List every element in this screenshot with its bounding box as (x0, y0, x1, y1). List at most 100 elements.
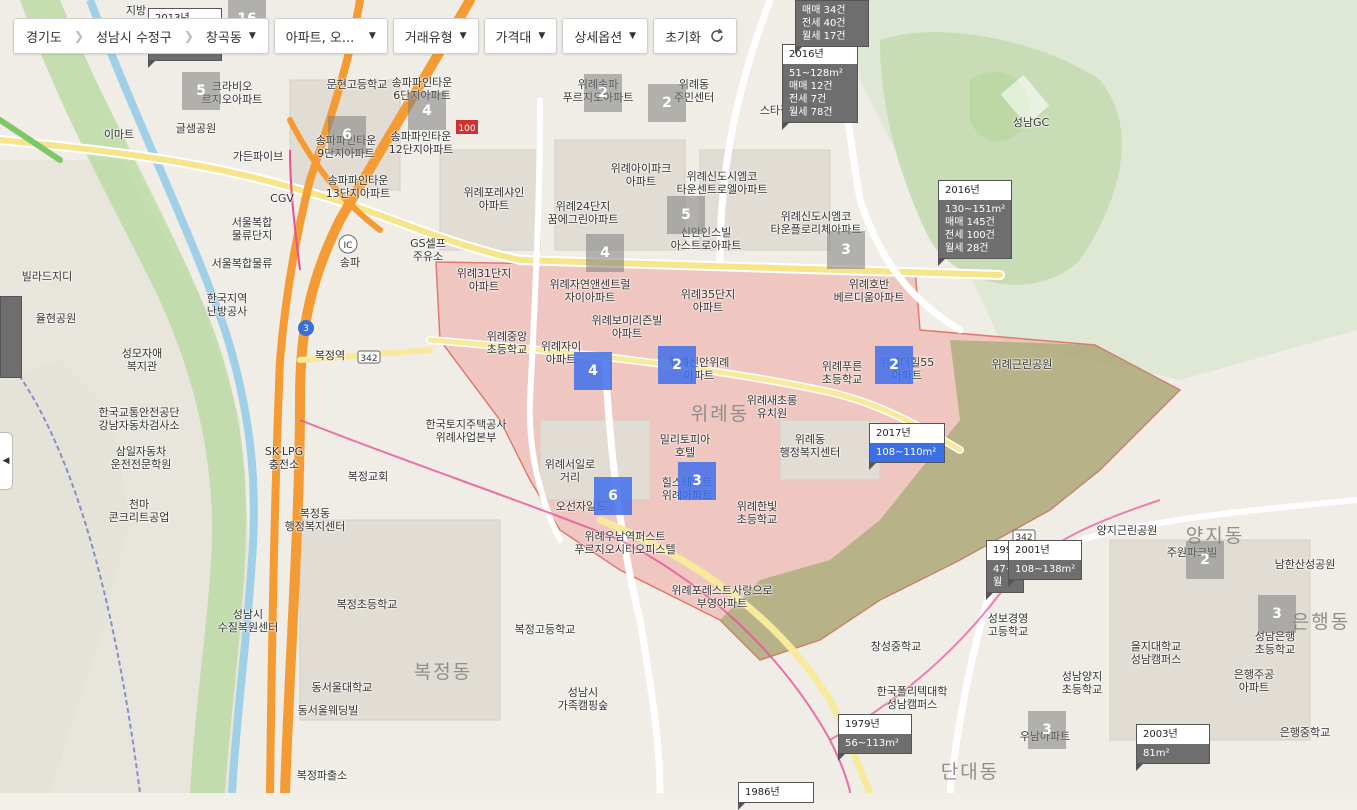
place-label-geulsaem[interactable]: 글샘공원 (176, 122, 216, 135)
offscreen-summary-card[interactable] (0, 296, 22, 378)
place-label-lh[interactable]: 한국토지주택공사 위례사업본부 (426, 418, 507, 444)
place-label-eunhaeng-dong[interactable]: 은행동 (1292, 613, 1350, 632)
place-label-seoul-logistics2[interactable]: 서울복합 물류단지 (232, 216, 272, 242)
place-label-bokjeong-high[interactable]: 복정고등학교 (515, 623, 576, 636)
listing-card-k4[interactable]: 2017년 108~110m² (869, 423, 945, 470)
place-label-jiban[interactable]: 지방 (126, 4, 146, 17)
place-label-yangji-park[interactable]: 양지근린공원 (1097, 524, 1158, 537)
cluster-marker-c13[interactable]: 2 (1186, 541, 1224, 579)
place-label-dongseoul-wedding[interactable]: 동서울웨딩빌 (298, 704, 359, 717)
listing-card-k7[interactable]: 1979년 56~113m² (838, 714, 912, 761)
place-label-yulhyeon[interactable]: 율현공원 (36, 312, 76, 325)
place-label-cheonma[interactable]: 천마 콘크리트공업 (109, 498, 170, 524)
cluster-marker-c3[interactable]: 4 (408, 92, 446, 130)
place-label-namhan-park[interactable]: 남한산성공원 (1275, 558, 1336, 571)
place-label-wirye35[interactable]: 위례35단지 아파트 (681, 288, 735, 314)
place-label-bokjeong-elem[interactable]: 복정초등학교 (337, 598, 398, 611)
place-label-wirye-jungang[interactable]: 위례중앙 초등학교 (487, 330, 527, 356)
place-label-seongnam-gc[interactable]: 성남GC (1013, 116, 1049, 129)
cluster-marker-c12[interactable]: 3 (678, 462, 716, 500)
place-label-yangji-middle[interactable]: 성남양지 초등학교 (1062, 670, 1102, 696)
place-label-eulji[interactable]: 을지대학교 성남캠퍼스 (1131, 640, 1182, 666)
place-label-dandae[interactable]: 단대동 (941, 763, 999, 782)
side-panel-toggle[interactable]: ◀ (0, 432, 13, 490)
price-range-dropdown[interactable]: 가격대 ▼ (483, 18, 558, 54)
place-label-hanguk-nanbang[interactable]: 한국지역 난방공사 (207, 292, 247, 318)
place-label-eunhaeng-high[interactable]: 은행중학교 (1280, 726, 1331, 739)
place-label-wirye-dong[interactable]: 위례동 행정복지센터 (780, 433, 841, 459)
place-label-songpa-intown13[interactable]: 송파파인타운 13단지아파트 (326, 174, 391, 200)
place-label-bokjeong-police[interactable]: 복정파출소 (297, 769, 348, 782)
place-label-songpa-intown12[interactable]: 송파파인타운 12단지아파트 (389, 130, 454, 156)
place-label-wirye-pureun[interactable]: 위례푸른 초등학교 (822, 360, 862, 386)
cluster-marker-c10[interactable]: 2 (875, 346, 913, 384)
place-label-bokjeong-station[interactable]: 복정역 (315, 349, 345, 362)
place-label-cgv[interactable]: CGV (270, 192, 294, 205)
reset-button[interactable]: 초기화 (653, 18, 737, 54)
cluster-marker-c1[interactable]: 2 (584, 74, 622, 112)
place-label-wirye-woonam[interactable]: 위례우남역퍼스트 푸르지오시티오피스텔 (574, 530, 675, 556)
place-label-munhyeon[interactable]: 문현고등학교 (327, 78, 388, 91)
place-label-wirye-sinemco1[interactable]: 위례신도시엠코 타운센트로엘아파트 (676, 170, 767, 196)
place-label-seoul-logistics[interactable]: 서울복합물류 (212, 257, 273, 270)
cluster-marker-c16[interactable]: 5 (182, 72, 220, 110)
listing-card-k2[interactable]: 2016년 130~151m² 매매 145건 전세 100건 월세 28건 (938, 180, 1012, 266)
place-label-seongmo[interactable]: 성모자애 복지관 (122, 347, 162, 373)
cluster-marker-c7[interactable]: 3 (827, 231, 865, 269)
cluster-marker-c14[interactable]: 3 (1258, 595, 1296, 633)
place-label-wirye-dong-big[interactable]: 위례동 (691, 405, 749, 424)
place-label-sungbo[interactable]: 성보경영 고등학교 (988, 612, 1028, 638)
place-label-garden[interactable]: 가든파이브 (233, 150, 284, 163)
place-label-emart[interactable]: 이마트 (104, 128, 134, 141)
place-label-songpa[interactable]: 송파 (340, 256, 360, 269)
place-label-gs[interactable]: GS셀프 주유소 (410, 237, 446, 263)
place-label-samil[interactable]: 삼일자동차 운전전문학원 (111, 445, 172, 471)
property-type-dropdown[interactable]: 아파트, 오... ▼ (273, 18, 388, 54)
cluster-marker-c6[interactable]: 4 (586, 234, 624, 272)
place-label-changseong[interactable]: 창성중학교 (871, 640, 922, 653)
place-label-wirye-park[interactable]: 위례근린공원 (992, 358, 1053, 371)
cluster-marker-c2[interactable]: 2 (648, 84, 686, 122)
cluster-marker-c15[interactable]: 3 (1028, 711, 1066, 749)
place-label-polytech[interactable]: 한국폴리텍대학 성남캠퍼스 (877, 685, 948, 711)
place-label-wirye-ipark[interactable]: 위례아이파크 아파트 (611, 162, 672, 188)
place-label-traffic[interactable]: 한국교통안전공단 강남자동차검사소 (99, 406, 180, 432)
place-label-sk-lpg[interactable]: SK-LPG 충전소 (265, 445, 303, 471)
place-label-wirye-boomi[interactable]: 위례보미리즌빌 아파트 (592, 314, 663, 340)
place-label-wirye-jayeon[interactable]: 위례자연앤센트럴 자이아파트 (550, 278, 631, 304)
place-label-wirye24[interactable]: 위례24단지 꿈에그린아파트 (548, 200, 619, 226)
deal-type-dropdown[interactable]: 거래유형 ▼ (392, 18, 479, 54)
region-level1-button[interactable]: 경기도 (14, 19, 74, 53)
listing-card-k8[interactable]: 2003년 81m² (1136, 724, 1210, 771)
place-label-wirye-foresh[interactable]: 위례포레샤인 아파트 (464, 186, 525, 212)
place-label-seongnam-welfare[interactable]: 성남시 수질복원센터 (218, 608, 279, 634)
place-label-bokjeong-church[interactable]: 복정교회 (348, 470, 388, 483)
cluster-marker-c8[interactable]: 4 (574, 352, 612, 390)
place-label-wirye-seoil[interactable]: 위례서일로 거리 (545, 458, 596, 484)
place-label-villard[interactable]: 빌라드지디 (22, 270, 73, 283)
svg-text:IC: IC (344, 241, 353, 251)
listing-card-k3[interactable]: 매매 34건 전세 40건 월세 17건 (795, 0, 869, 54)
cluster-marker-c5[interactable]: 5 (667, 196, 705, 234)
region-breadcrumb: 경기도 ❯ 성남시 수정구 ❯ 창곡동 ▼ (13, 18, 269, 54)
place-label-wirye-hanbit[interactable]: 위례한빛 초등학교 (737, 500, 777, 526)
detail-options-dropdown[interactable]: 상세옵션 ▼ (562, 18, 649, 54)
place-label-miltopia[interactable]: 밀리토피아 호텔 (660, 433, 711, 459)
cluster-marker-c9[interactable]: 2 (658, 346, 696, 384)
place-label-dongseoul-univ[interactable]: 동서울대학교 (312, 681, 373, 694)
region-level2-button[interactable]: 성남시 수정구 (84, 19, 184, 53)
place-label-bokjeong-office[interactable]: 복정동 행정복지센터 (285, 507, 346, 533)
region-level3-dropdown[interactable]: 창곡동 ▼ (194, 19, 268, 53)
place-label-seongnam-eunhaeng[interactable]: 성남은행 초등학교 (1255, 630, 1295, 656)
cluster-marker-c4[interactable]: 6 (328, 116, 366, 154)
listing-card-k5[interactable]: 2001년 108~138m² (1008, 540, 1082, 587)
place-label-seongnam-camping[interactable]: 성남시 가족캠핑숲 (558, 686, 609, 712)
cluster-marker-c11[interactable]: 6 (594, 477, 632, 515)
place-label-wirye31[interactable]: 위례31단지 아파트 (457, 267, 511, 293)
place-label-bokjeong-dong[interactable]: 복정동 (414, 663, 472, 682)
place-label-wirye-forest[interactable]: 위례포레스트사랑으로 부영아파트 (671, 584, 772, 610)
listing-card-k1[interactable]: 2016년 51~128m² 매매 12건 전세 7건 월세 78건 (782, 44, 858, 130)
place-label-wirye-hoban[interactable]: 위례호반 베르디움아파트 (834, 278, 905, 304)
place-label-wirye-saerom[interactable]: 위례새초롱 유치원 (747, 394, 798, 420)
place-label-eunhaeng[interactable]: 은행주공 아파트 (1234, 668, 1274, 694)
